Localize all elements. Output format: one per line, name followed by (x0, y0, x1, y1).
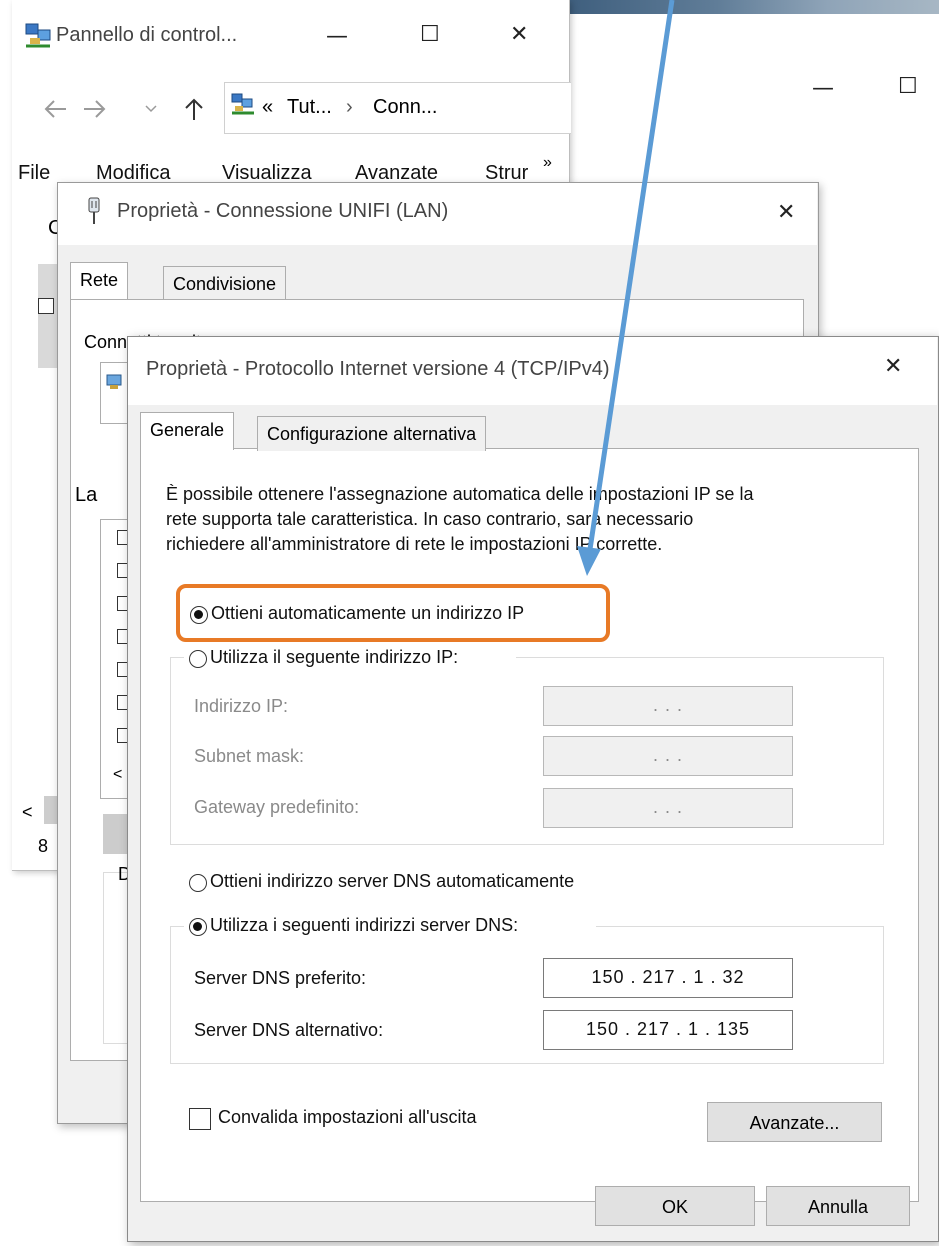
dns-auto-radio[interactable] (189, 874, 207, 892)
breadcrumb-item-1[interactable]: Tut... (287, 96, 332, 119)
tab-generale-label: Generale (150, 420, 225, 440)
tab-generale[interactable]: Generale (140, 412, 235, 450)
subnet-mask-input[interactable]: . . . (543, 736, 793, 776)
control-panel-title: Pannello di control... (56, 24, 238, 46)
preferred-dns-input[interactable]: 150 . 217 . 1 . 32 (543, 958, 793, 998)
network-icon (25, 23, 51, 48)
ok-button-label: OK (661, 1197, 688, 1217)
chevron-down-icon[interactable] (144, 104, 158, 114)
dns-manual-radio[interactable] (189, 918, 207, 936)
partial-button[interactable] (103, 814, 129, 854)
partial-list-item (38, 264, 58, 368)
connection-properties-title: Proprietà - Connessione UNIFI (LAN) (117, 200, 449, 222)
validate-checkbox[interactable] (189, 1108, 211, 1130)
gateway-input[interactable]: . . . (543, 788, 793, 828)
dns-manual-label[interactable]: Utilizza i seguenti indirizzi server DNS… (210, 915, 518, 936)
alternate-dns-value: 150 . 217 . 1 . 135 (585, 1019, 751, 1039)
background-maximize-button[interactable]: ☐ (898, 76, 918, 98)
validate-label[interactable]: Convalida impostazioni all'uscita (218, 1107, 477, 1128)
preferred-dns-value: 150 . 217 . 1 . 32 (591, 967, 745, 987)
cancel-button[interactable]: Annulla (766, 1186, 910, 1226)
subnet-mask-label: Subnet mask: (194, 746, 305, 766)
tab-configurazione-alternativa[interactable]: Configurazione alternativa (257, 416, 487, 451)
breadcrumb-prefix[interactable]: « (262, 96, 273, 119)
ip-manual-label[interactable]: Utilizza il seguente indirizzo IP: (210, 647, 458, 668)
annotation-arrow-icon (577, 0, 675, 576)
network-adapter-icon (88, 197, 100, 224)
tab-configurazione-alternativa-label: Configurazione alternativa (267, 424, 477, 444)
tcpip-dialog-title: Proprietà - Protocollo Internet versione… (146, 358, 610, 380)
up-arrow-icon[interactable] (183, 96, 205, 122)
tcpip-dialog-close-button[interactable]: ✕ (884, 356, 902, 378)
gateway-label: Gateway predefinito: (194, 797, 360, 817)
advanced-button[interactable]: Avanzate... (707, 1102, 882, 1142)
adapter-icon (106, 374, 122, 389)
list-scroll-left-arrow[interactable]: < (113, 766, 122, 784)
component-list[interactable] (100, 519, 130, 799)
description-group (103, 872, 129, 1044)
advanced-button-label: Avanzate... (749, 1113, 840, 1133)
status-count: 8 (38, 836, 49, 856)
back-arrow-icon[interactable] (40, 98, 70, 120)
partial-label-la: La (75, 484, 98, 506)
ok-button[interactable]: OK (595, 1186, 755, 1226)
control-panel-maximize-button[interactable]: ☐ (420, 24, 440, 46)
subnet-mask-placeholder: . . . (652, 745, 683, 765)
partial-checkbox (38, 298, 54, 314)
menu-more-button[interactable]: » (543, 154, 552, 172)
gateway-placeholder: . . . (652, 797, 683, 817)
tab-rete-label: Rete (80, 270, 119, 290)
forward-arrow-icon[interactable] (80, 98, 110, 120)
connection-properties-close-button[interactable]: ✕ (777, 202, 795, 224)
ip-address-label: Indirizzo IP: (194, 696, 289, 716)
tab-condivisione[interactable]: Condivisione (163, 266, 287, 301)
background-minimize-button[interactable]: — (812, 78, 834, 100)
control-panel-close-button[interactable]: ✕ (510, 24, 528, 46)
alternate-dns-input[interactable]: 150 . 217 . 1 . 135 (543, 1010, 793, 1050)
ip-manual-radio[interactable] (189, 650, 207, 668)
ip-address-input[interactable]: . . . (543, 686, 793, 726)
menu-file[interactable]: File (18, 162, 50, 185)
ip-address-placeholder: . . . (652, 695, 683, 715)
cancel-button-label: Annulla (807, 1197, 869, 1217)
preferred-dns-label: Server DNS preferito: (194, 968, 367, 988)
dns-auto-label[interactable]: Ottieni indirizzo server DNS automaticam… (210, 871, 574, 892)
breadcrumb-item-2[interactable]: Conn... (373, 96, 437, 119)
scroll-left-arrow[interactable]: < (22, 802, 33, 823)
annotation-highlight-box (176, 584, 610, 642)
tab-rete[interactable]: Rete (70, 262, 129, 301)
breadcrumb-separator: › (346, 96, 353, 118)
scrollbar-thumb[interactable] (44, 796, 57, 824)
network-folder-icon (231, 93, 254, 115)
control-panel-minimize-button[interactable]: — (326, 26, 348, 48)
alternate-dns-label: Server DNS alternativo: (194, 1020, 384, 1040)
tab-condivisione-label: Condivisione (173, 274, 277, 294)
